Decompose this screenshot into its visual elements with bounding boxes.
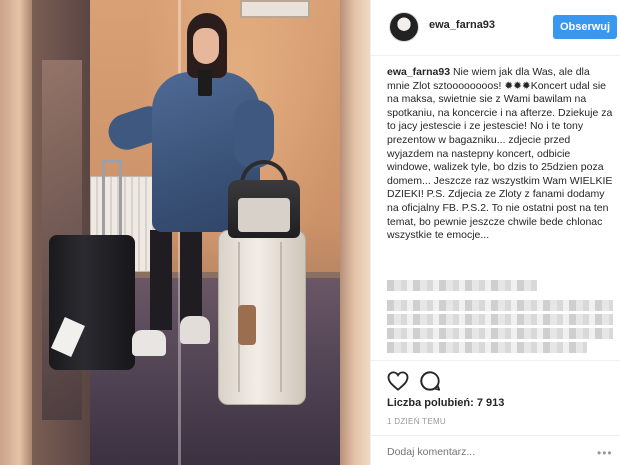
person-leg-left — [150, 230, 172, 330]
post-sidebar: ewa_farna93 Obserwuj ewa_farna93 Nie wie… — [370, 0, 620, 465]
post-header: ewa_farna93 Obserwuj — [371, 0, 620, 56]
post-photo[interactable] — [0, 0, 370, 465]
black-suitcase-handle — [102, 160, 122, 240]
follow-button[interactable]: Obserwuj — [553, 15, 617, 39]
caption-text: Nie wiem jak dla Was, ale dla mnie Zlot … — [387, 66, 613, 242]
phone — [198, 70, 212, 96]
comment-box: ••• — [371, 435, 620, 465]
person-face — [193, 28, 219, 64]
person-leg-right — [180, 230, 202, 330]
blurred-comments — [387, 280, 613, 360]
likes-label: Liczba polubień: — [387, 397, 474, 409]
elevator-frame-right — [340, 0, 370, 465]
heart-icon[interactable] — [387, 371, 409, 391]
wall-picture — [240, 0, 310, 18]
suitcase-rib — [280, 242, 282, 392]
blurred-comment-line — [387, 314, 613, 325]
white-suitcase — [218, 230, 306, 405]
comment-bubble-icon[interactable] — [419, 370, 441, 392]
sneaker-left — [132, 330, 166, 356]
blurred-comment-line — [387, 280, 537, 291]
post-actions: Liczba polubień: 7 913 1 DZIEŃ TEMU — [371, 360, 620, 440]
elevator-frame-left — [0, 0, 32, 465]
bag-front-pocket — [238, 198, 290, 232]
person-arm-right — [234, 100, 274, 168]
caption-username[interactable]: ewa_farna93 — [387, 66, 450, 78]
comment-input[interactable] — [387, 444, 587, 460]
white-suitcase-handle — [238, 305, 256, 345]
avatar[interactable] — [389, 12, 419, 42]
blurred-comment-line — [387, 328, 613, 339]
post-timestamp[interactable]: 1 DZIEŃ TEMU — [387, 417, 446, 426]
blurred-comment-line — [387, 342, 587, 353]
username-link[interactable]: ewa_farna93 — [429, 19, 495, 31]
post-caption: ewa_farna93 Nie wiem jak dla Was, ale dl… — [387, 66, 613, 243]
blurred-comment-line — [387, 300, 613, 311]
sneaker-right — [180, 316, 210, 344]
more-options-icon[interactable]: ••• — [597, 446, 613, 460]
likes-number: 7 913 — [476, 397, 505, 409]
likes-count[interactable]: Liczba polubień: 7 913 — [387, 397, 504, 409]
